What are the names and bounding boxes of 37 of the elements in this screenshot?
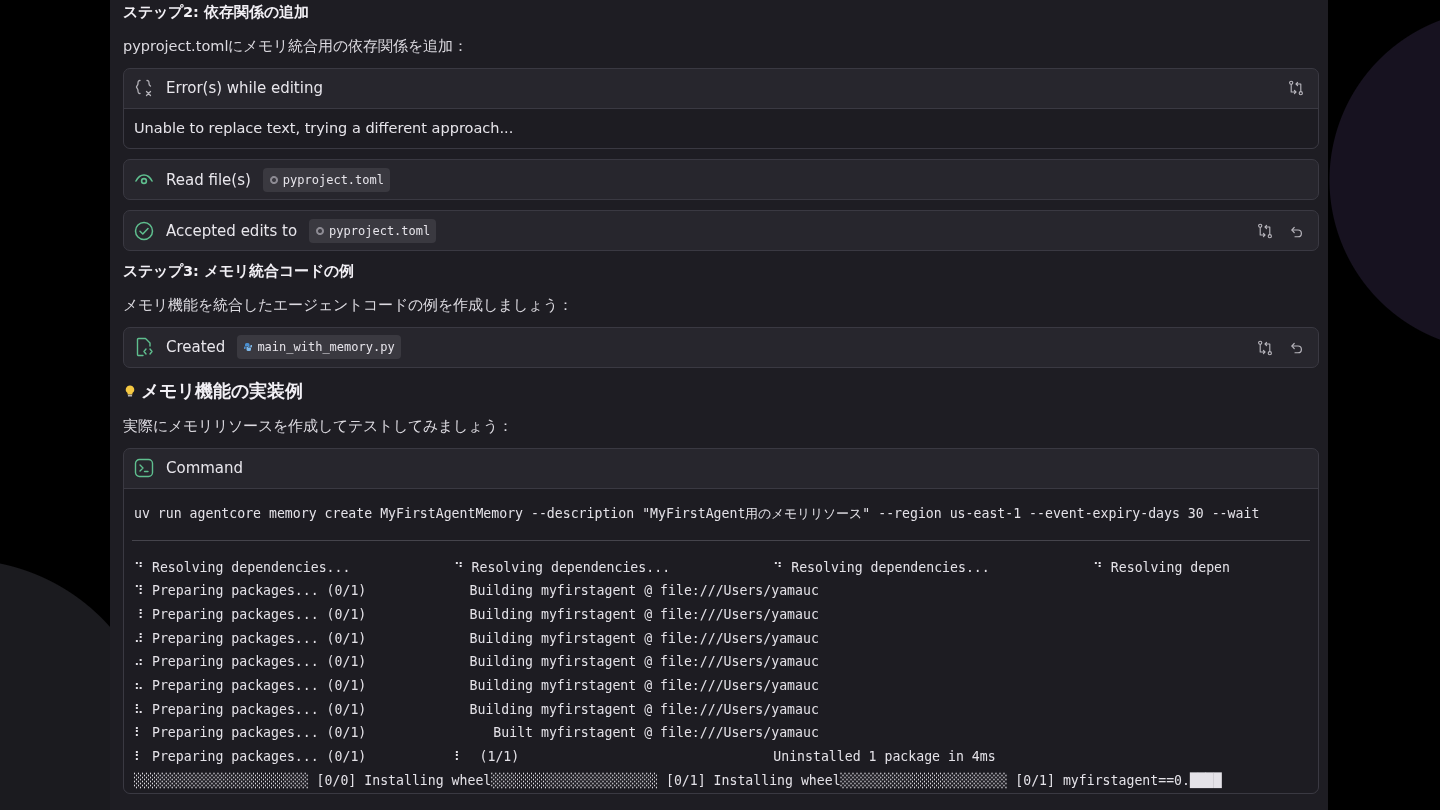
tool-card-title: Accepted edits to [166, 220, 298, 242]
terminal-icon [134, 458, 154, 479]
paragraph-text: 実際にメモリリソースを作成してテストしてみましょう： [123, 417, 514, 436]
tool-card-message: Unable to replace text, trying a different approach... [124, 107, 1318, 149]
file-chip[interactable]: main_with_memory.py [237, 335, 401, 360]
paragraph-text: メモリ機能を統合したエージェントコードの例を作成しましょう： [123, 296, 574, 315]
terminal-output-line: ⠸ Preparing packages... (0/1) Building myfirstagent @ file:///Users/yamauc [133, 605, 820, 624]
python-logo-icon [243, 342, 254, 353]
tool-card-title: Error(s) while editing [166, 77, 323, 99]
terminal-output-line: ⠇ Preparing packages... (0/1) ⠇ (1/1) Uninstalled 1 package in 4ms [133, 748, 997, 767]
section-heading: ステップ2: 依存関係の追加 [123, 3, 310, 22]
braces-error-icon [134, 78, 154, 98]
terminal-output-line: ░░░░░░░░░░░░░░░░░░░░░░ [0/0] Installing wheel░░░░░░░░░░░░░░░░░░░░░ [0/1] Installing wheel░░░░░░░░░░░░░░░░░░░░░ [0/1] myfirstagent==0.████ [133, 771, 1223, 791]
terminal-output-line: ⠦ Preparing packages... (0/1) Building myfirstagent @ file:///Users/yamauc [133, 677, 820, 696]
check-circle-icon [134, 220, 154, 241]
tool-card-title: Created [166, 337, 226, 358]
compare-icon [1288, 80, 1304, 97]
terminal-output-line: ⠴ Preparing packages... (0/1) Building myfirstagent @ file:///Users/yamauc [133, 653, 820, 672]
file-code-icon [134, 337, 154, 358]
terminal-output-line: ⠼ Preparing packages... (0/1) Building myfirstagent @ file:///Users/yamauc [133, 629, 820, 648]
terminal-output-line: ⠇ Preparing packages... (0/1) Built myfirstagent @ file:///Users/yamauc [133, 724, 820, 743]
gear-icon [268, 174, 279, 185]
terminal-output-line: ⠙ Resolving dependencies... ⠙ Resolving dependencies... ⠙ Resolving dependencies... ⠙ Resolving depen [133, 558, 1231, 577]
section-heading: メモリ機能の実装例 [141, 379, 303, 403]
compare-icon [1257, 223, 1273, 239]
undo-icon [1289, 340, 1304, 356]
command-text: uv run agentcore memory create MyFirstAgentMemory --description "MyFirstAgent用のメモリリソース" --region us-east-1 --event-expiry-days 30 --wait [133, 504, 1261, 523]
terminal-output-line: ⠹ Preparing packages... (0/1) Building myfirstagent @ file:///Users/yamauc [133, 582, 820, 601]
terminal-output-line: ⠧ Preparing packages... (0/1) Building myfirstagent @ file:///Users/yamauc [133, 700, 820, 719]
gear-icon [315, 225, 326, 236]
file-chip[interactable]: pyproject.toml [309, 218, 437, 243]
tool-card-title: Read file(s) [166, 169, 251, 191]
tool-card-title: Command [166, 458, 244, 479]
section-heading: ステップ3: メモリ統合コードの例 [123, 262, 355, 282]
paragraph-text: pyproject.tomlにメモリ統合用の依存関係を追加： [123, 36, 470, 56]
file-chip[interactable]: pyproject.toml [262, 167, 390, 192]
compare-icon [1257, 339, 1273, 356]
